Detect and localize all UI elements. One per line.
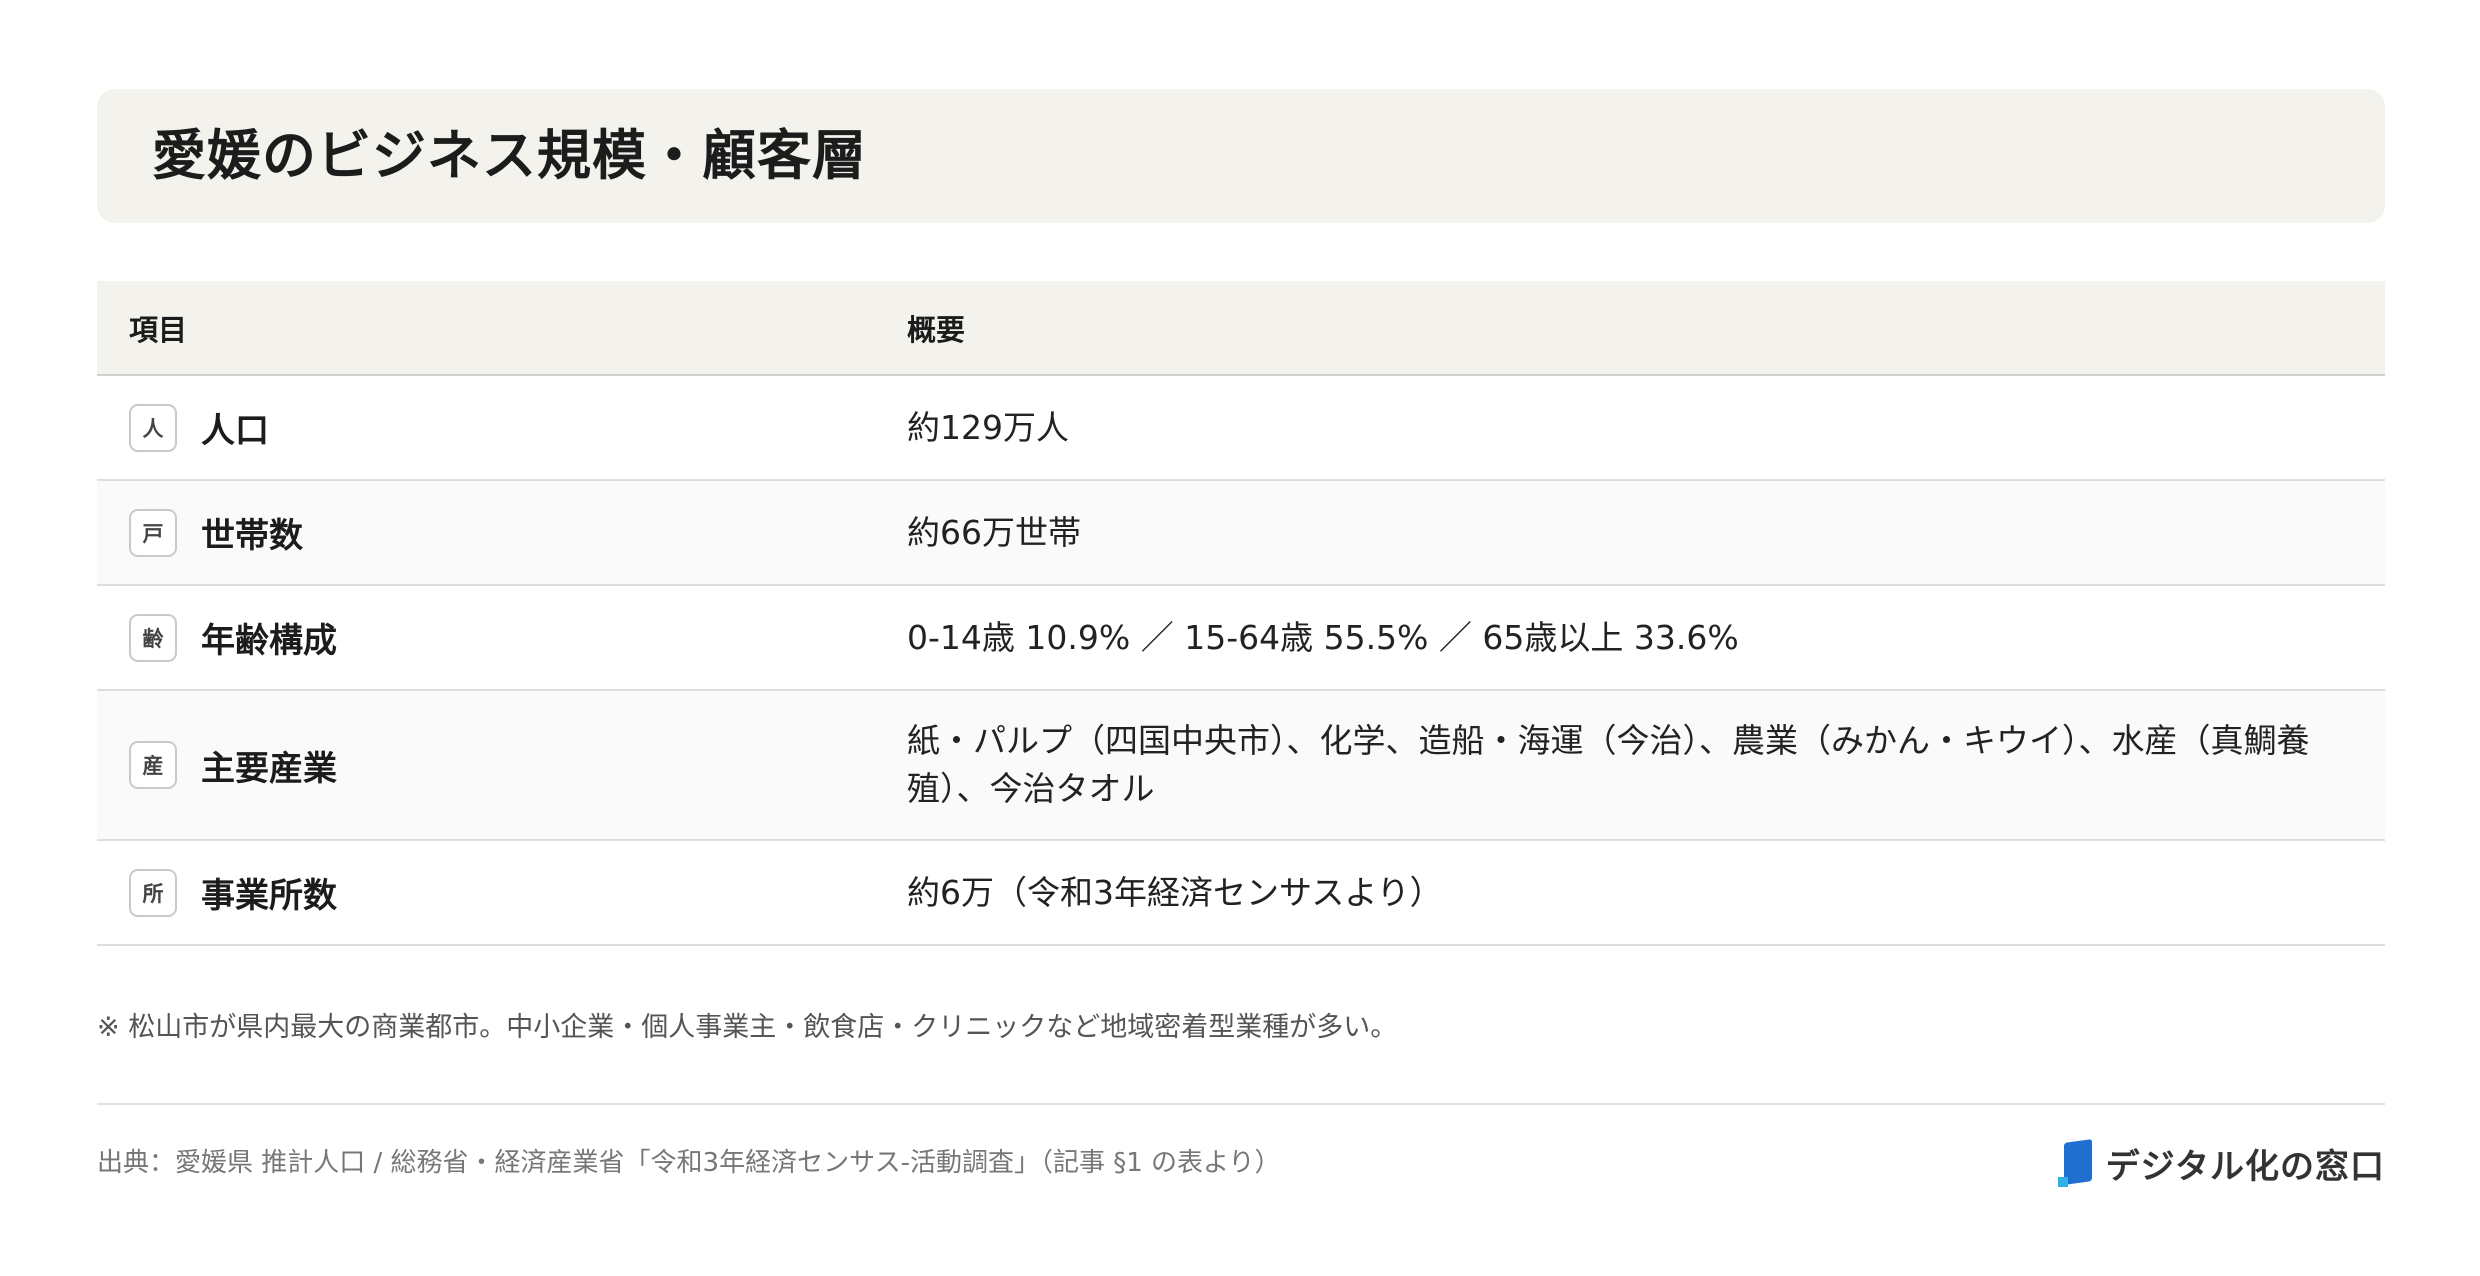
page-title: 愛媛のビジネス規模・顧客層	[152, 124, 867, 187]
item-label: 主要産業	[201, 748, 337, 789]
table-row: 人 人口 約129万人	[97, 375, 2385, 481]
summary-cell: 約129万人	[875, 375, 2385, 481]
age-icon: 齢	[129, 613, 177, 662]
source-citation: 出典：愛媛県 推計人口 / 総務省・経済産業省「令和3年経済センサス‐活動調査」…	[97, 1148, 1281, 1178]
item-cell: 所 事業所数	[97, 840, 875, 946]
summary-text: 紙・パルプ（四国中央市）、化学、造船・海運（今治）、農業（みかん・キウイ）、水産…	[907, 721, 2310, 808]
door-icon	[2057, 1139, 2094, 1187]
summary-text: 約6万（令和3年経済センサスより）	[907, 872, 1443, 912]
item-label: 年齢構成	[201, 621, 337, 661]
header-summary: 概要	[875, 281, 2385, 376]
item-cell: 人 人口	[97, 375, 875, 481]
summary-cell: 0-14歳 10.9% ／ 15-64歳 55.5% ／ 65歳以上 33.6%	[875, 585, 2385, 691]
table-row: 所 事業所数 約6万（令和3年経済センサスより）	[97, 840, 2385, 946]
summary-cell: 約6万（令和3年経済センサスより）	[875, 840, 2385, 946]
item-label: 世帯数	[201, 516, 303, 556]
table-header-row: 項目 概要	[97, 281, 2385, 376]
table-row: 齢 年齢構成 0-14歳 10.9% ／ 15-64歳 55.5% ／ 65歳以…	[97, 585, 2385, 691]
item-label: 人口	[201, 411, 269, 451]
industry-icon: 産	[129, 741, 177, 789]
summary-cell: 紙・パルプ（四国中央市）、化学、造船・海運（今治）、農業（みかん・キウイ）、水産…	[875, 690, 2385, 841]
business-table: 項目 概要 人 人口 約129万人 戸 世帯数 約66万世帯 齢 年齢構成 0-…	[97, 281, 2385, 946]
brand-logo: デジタル化の窓口	[2057, 1135, 2385, 1191]
item-cell: 産 主要産業	[97, 690, 875, 841]
item-cell: 戸 世帯数	[97, 480, 875, 586]
logo-text: デジタル化の窓口	[2105, 1146, 2385, 1187]
footnote: ※ 松山市が県内最大の商業都市。中小企業・個人事業主・飲食店・クリニックなど地域…	[97, 1012, 1398, 1043]
summary-text: 約66万世帯	[907, 512, 1081, 552]
header-item: 項目	[97, 281, 875, 376]
table-row: 戸 世帯数 約66万世帯	[97, 480, 2385, 586]
item-label: 事業所数	[201, 876, 337, 916]
office-icon: 所	[129, 868, 177, 917]
person-icon: 人	[129, 403, 177, 452]
household-icon: 戸	[129, 508, 177, 557]
divider	[97, 1103, 2385, 1105]
summary-text: 0-14歳 10.9% ／ 15-64歳 55.5% ／ 65歳以上 33.6%	[907, 617, 1739, 657]
summary-cell: 約66万世帯	[875, 480, 2385, 586]
summary-text: 約129万人	[907, 407, 1069, 447]
table-row: 産 主要産業 紙・パルプ（四国中央市）、化学、造船・海運（今治）、農業（みかん・…	[97, 690, 2385, 841]
item-cell: 齢 年齢構成	[97, 585, 875, 691]
title-banner: 愛媛のビジネス規模・顧客層	[97, 89, 2385, 223]
